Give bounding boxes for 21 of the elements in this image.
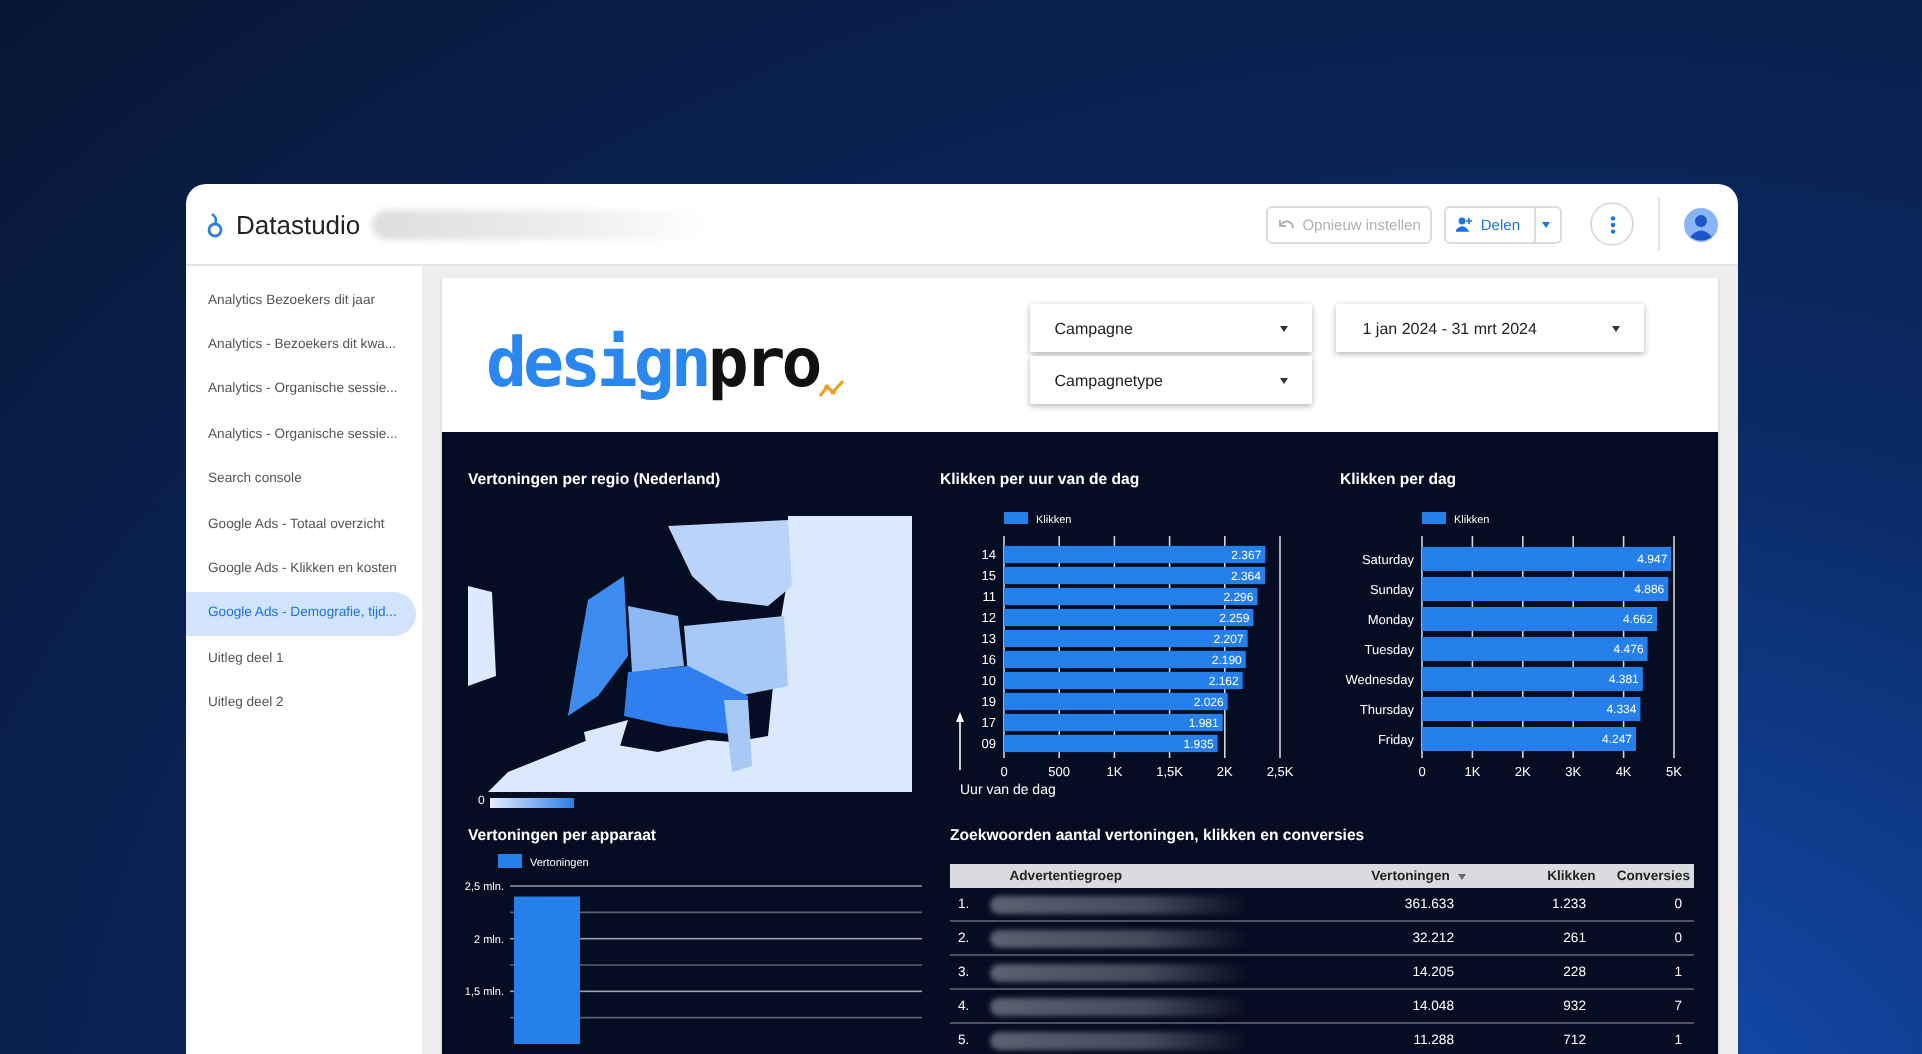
filter-dropdown[interactable]: Campagnetype [1030, 356, 1313, 404]
more-options-button[interactable] [1590, 202, 1634, 246]
caret-icon [1280, 325, 1289, 331]
app-logo-icon [206, 211, 224, 237]
sort-caret-icon [1457, 873, 1466, 879]
app-name: Datastudio [236, 209, 361, 239]
caret-icon [1612, 325, 1621, 331]
caret-icon [1280, 377, 1289, 383]
legend-swatch [1004, 512, 1028, 524]
logo: designpro [486, 318, 847, 398]
avatar-icon [1684, 207, 1718, 241]
sort-arrow-icon [956, 712, 964, 771]
person-add-icon [1456, 216, 1473, 232]
caret-icon [1542, 221, 1550, 227]
date-range-dropdown[interactable]: 1 jan 2024 - 31 mrt 2024 [1336, 304, 1645, 352]
filter-dropdown[interactable]: Campagne [1030, 304, 1313, 352]
legend-swatch [498, 854, 522, 868]
more-vert-icon [1609, 215, 1615, 233]
undo-icon [1278, 216, 1295, 232]
legend-swatch [1422, 512, 1446, 524]
color-scale [490, 797, 575, 807]
